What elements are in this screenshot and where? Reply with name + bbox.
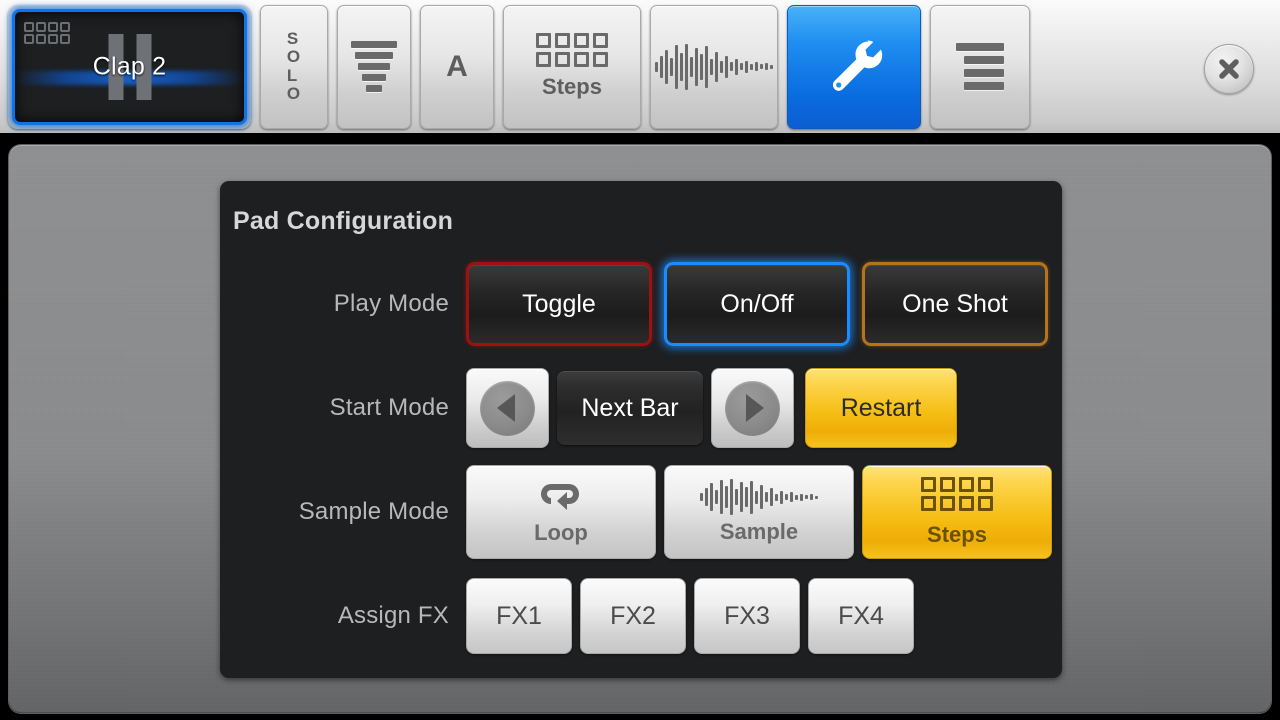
- pad-preview-inner: Clap 2: [12, 8, 247, 125]
- row-start-mode: Start Mode Next Bar Restart: [220, 356, 1062, 460]
- sample-mode-loop-label: Loop: [534, 520, 588, 545]
- steps-grid-icon: [921, 476, 993, 511]
- top-toolbar: Clap 2 S O L O A Steps: [0, 0, 1280, 136]
- play-mode-toggle-button[interactable]: Toggle: [466, 262, 652, 346]
- sample-mode-loop-button[interactable]: Loop: [466, 465, 656, 559]
- toolbar-button-strip: Clap 2 S O L O A Steps: [0, 0, 1030, 133]
- sample-mode-steps-label: Steps: [927, 521, 987, 547]
- sample-mode-options: Loop Sample Steps: [466, 465, 1052, 559]
- arrow-left-icon: [480, 380, 535, 436]
- assign-fx-2-button[interactable]: FX2: [580, 578, 686, 654]
- toolbar-steps-label: Steps: [542, 74, 602, 99]
- start-mode-value: Next Bar: [557, 371, 703, 445]
- assign-fx-options: FX1 FX2 FX3 FX4: [466, 578, 914, 654]
- start-mode-controls: Next Bar Restart: [466, 368, 957, 448]
- main-stage: Pad Configuration Play Mode Toggle On/Of…: [0, 136, 1280, 720]
- config-rows: Play Mode Toggle On/Off One Shot Start M…: [220, 252, 1062, 668]
- sample-mode-sample-label: Sample: [719, 519, 799, 544]
- row-sample-mode: Sample Mode Loop Sample Steps: [220, 460, 1062, 564]
- letter-a-icon: A: [446, 49, 468, 83]
- label-play-mode: Play Mode: [333, 290, 449, 317]
- restart-button[interactable]: Restart: [805, 368, 957, 448]
- solo-letter-4: O: [286, 83, 302, 103]
- solo-label: S O L O: [286, 28, 302, 103]
- solo-letter-2: O: [286, 47, 302, 67]
- toolbar-button-config[interactable]: [787, 4, 921, 129]
- steps-grid-icon: [24, 21, 70, 44]
- assign-fx-1-button[interactable]: FX1: [466, 578, 572, 654]
- row-play-mode: Play Mode Toggle On/Off One Shot: [220, 252, 1062, 356]
- close-icon: [1219, 59, 1239, 79]
- start-mode-next-button[interactable]: [711, 368, 794, 448]
- label-assign-fx: Assign FX: [337, 602, 449, 629]
- toolbar-button-sample[interactable]: [650, 4, 778, 129]
- filter-icon: [351, 41, 397, 92]
- list-menu-icon: [956, 43, 1004, 90]
- solo-letter-3: L: [286, 65, 299, 85]
- play-mode-one-shot-button[interactable]: One Shot: [862, 262, 1048, 346]
- play-mode-onoff-button[interactable]: On/Off: [664, 262, 850, 346]
- page-title: Pad Configuration: [233, 207, 454, 235]
- label-start-mode: Start Mode: [329, 394, 449, 421]
- steps-grid-icon: [536, 33, 608, 67]
- close-button[interactable]: [1204, 44, 1254, 94]
- toolbar-button-solo[interactable]: S O L O: [260, 4, 328, 129]
- toolbar-button-pitch[interactable]: A: [420, 4, 494, 129]
- device-panel: Pad Configuration Play Mode Toggle On/Of…: [9, 145, 1271, 713]
- toolbar-button-menu[interactable]: [930, 4, 1030, 129]
- waveform-icon: [655, 43, 773, 90]
- solo-letter-1: S: [286, 28, 300, 48]
- sample-mode-steps-button[interactable]: Steps: [862, 465, 1052, 559]
- pad-name-label: Clap 2: [92, 52, 167, 80]
- row-assign-fx: Assign FX FX1 FX2 FX3 FX4: [220, 564, 1062, 668]
- arrow-right-icon: [725, 380, 780, 436]
- pad-preview-clap-2[interactable]: Clap 2: [8, 4, 251, 129]
- waveform-icon: [700, 479, 818, 515]
- play-mode-options: Toggle On/Off One Shot: [466, 262, 1048, 346]
- sample-mode-sample-button[interactable]: Sample: [664, 465, 854, 559]
- assign-fx-3-button[interactable]: FX3: [694, 578, 800, 654]
- label-sample-mode: Sample Mode: [298, 498, 449, 525]
- pad-configuration-panel: Pad Configuration Play Mode Toggle On/Of…: [220, 181, 1062, 678]
- toolbar-button-steps[interactable]: Steps: [503, 4, 641, 129]
- assign-fx-4-button[interactable]: FX4: [808, 578, 914, 654]
- app-root: Clap 2 S O L O A Steps Pad Configuration…: [0, 0, 1280, 720]
- loop-icon: [541, 484, 579, 510]
- toolbar-button-filter[interactable]: [337, 4, 411, 129]
- wrench-icon: [832, 40, 883, 91]
- start-mode-prev-button[interactable]: [466, 368, 549, 448]
